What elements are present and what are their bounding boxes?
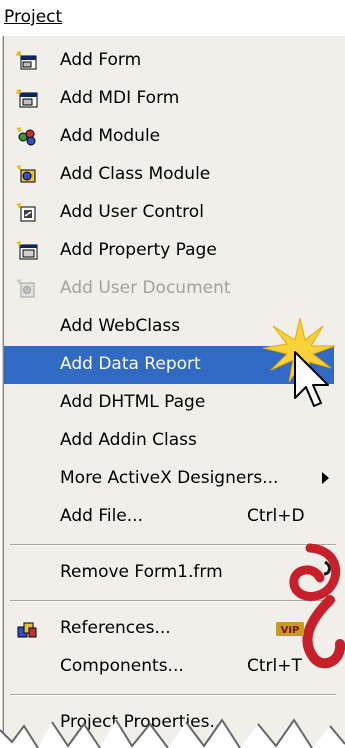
vip-badge-text: VIP [281,625,300,636]
menu-item-add-file[interactable]: Add File... Ctrl+D [4,498,334,536]
add-data-report-label: Add Data Report [60,354,201,374]
add-dhtml-page-label: Add DHTML Page [60,392,206,412]
mdi-form-icon [16,89,38,108]
user-document-icon [16,279,35,298]
add-webclass-label: Add WebClass [60,316,181,336]
project-menu-title[interactable]: Project [4,7,62,27]
menu-item-more-activex-designers[interactable]: More ActiveX Designers... [4,460,334,498]
menu-item-add-addin-class[interactable]: Add Addin Class [4,422,334,460]
more-activex-designers-label: More ActiveX Designers... [60,468,279,488]
references-label: References... [60,618,171,638]
add-addin-class-label: Add Addin Class [60,430,197,450]
watermark-swirl-decoration: VIP [276,543,345,669]
menu-item-add-class-module[interactable]: Add Class Module [4,156,334,194]
add-class-module-label: Add Class Module [60,164,211,184]
references-icon [17,622,37,638]
menu-item-add-user-control[interactable]: Add User Control [4,194,334,232]
menu-item-add-form[interactable]: Add Form [4,42,334,80]
add-file-shortcut: Ctrl+D [247,506,305,526]
add-module-label: Add Module [60,126,161,146]
submenu-arrow-icon [322,472,329,484]
class-module-icon [16,165,36,183]
property-page-icon [16,241,38,260]
menu-item-add-user-document: Add User Document [4,270,334,308]
module-icon [16,127,36,146]
menu-separator [10,694,336,696]
add-property-page-label: Add Property Page [60,240,217,260]
remove-form-label: Remove Form1.frm [60,562,223,582]
add-form-label: Add Form [60,50,142,70]
add-user-control-label: Add User Control [60,202,204,222]
add-mdi-form-label: Add MDI Form [60,88,180,108]
menubar: Project [0,0,345,36]
user-control-icon [16,203,36,222]
add-file-label: Add File... [60,506,143,526]
form-icon [16,51,37,70]
torn-edge-decoration [0,718,345,748]
menu-item-add-mdi-form[interactable]: Add MDI Form [4,80,334,118]
mouse-cursor-with-highlight [262,318,336,407]
menu-item-add-module[interactable]: Add Module [4,118,334,156]
menu-item-add-property-page[interactable]: Add Property Page [4,232,334,270]
add-user-document-label: Add User Document [60,278,231,298]
components-label: Components... [60,656,184,676]
